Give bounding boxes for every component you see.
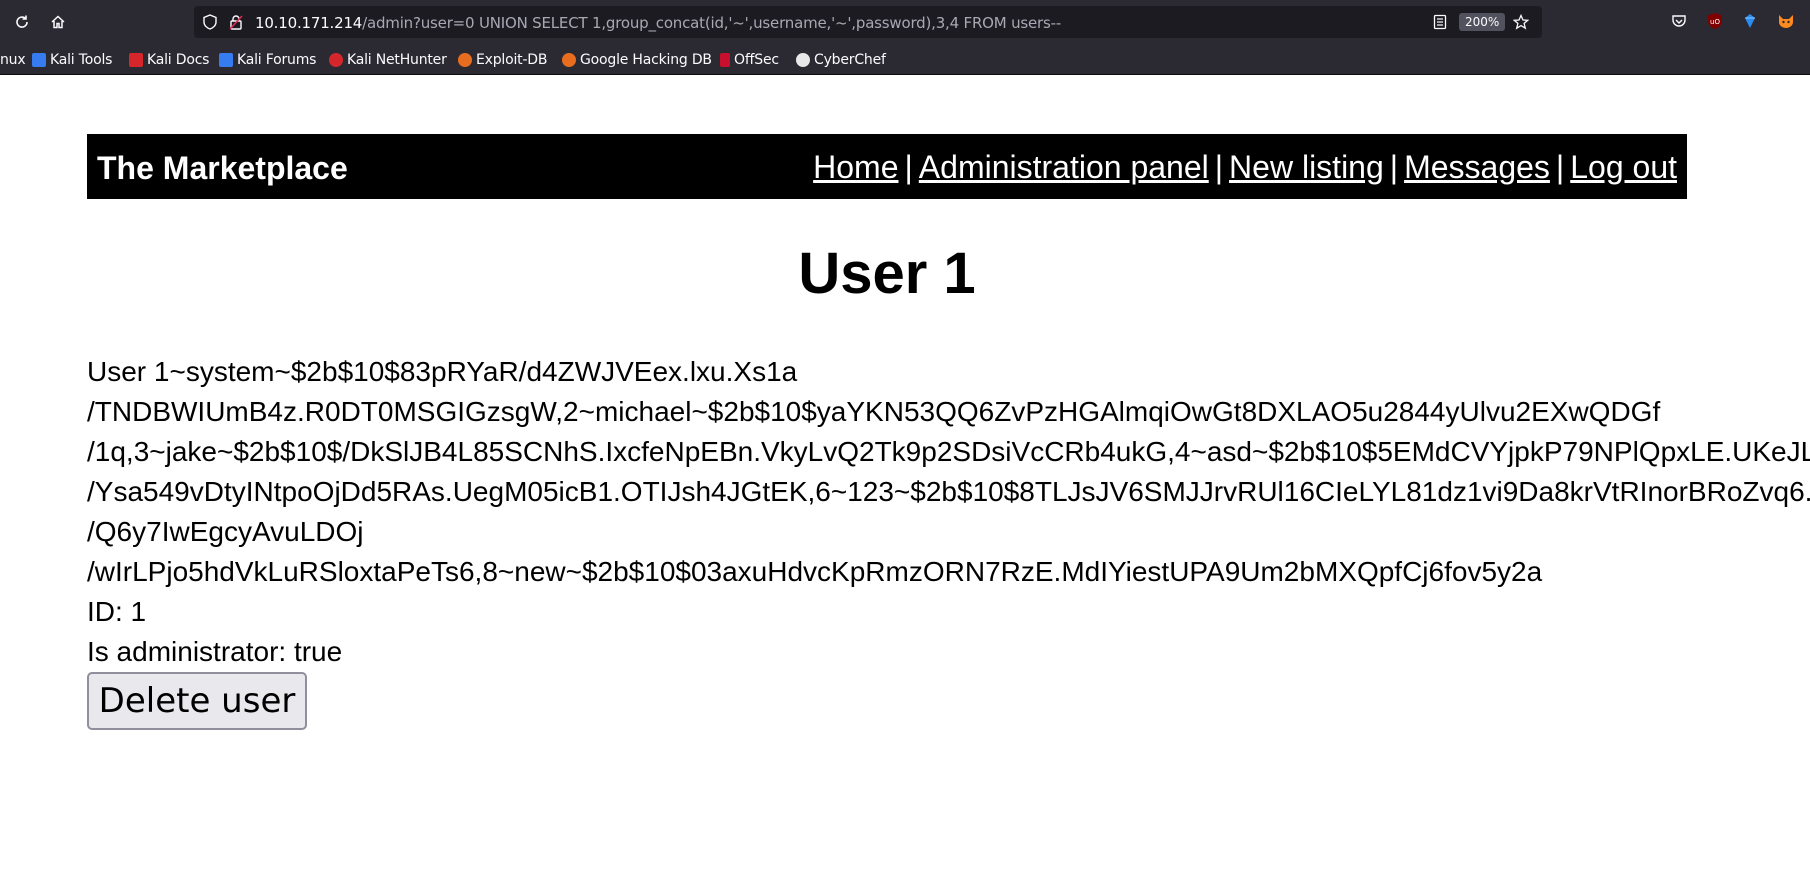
nav-separator: | [1555, 149, 1565, 185]
page-title: User 1 [798, 241, 976, 306]
url-text[interactable]: 10.10.171.214/admin?user=0 UNION SELECT … [255, 14, 1061, 32]
exploit-db-icon [458, 53, 472, 67]
bookmark-item[interactable]: CyberChef [796, 50, 886, 70]
user-dump-line: /wIrLPjo5hdVkLuRSloxtaPeTs6,8~new~$2b$10… [87, 556, 1543, 587]
nav-logout-link[interactable]: Log out [1570, 149, 1677, 185]
user-dump-line: /Q6y7IwEgcyAvuLDOj [87, 516, 364, 547]
bookmark-label: nux [0, 52, 26, 68]
bookmark-label: OffSec [734, 52, 779, 68]
ghdb-icon [562, 53, 576, 67]
bookmark-item[interactable]: nux [0, 50, 26, 70]
bookmark-item[interactable]: Kali NetHunter [329, 50, 447, 70]
svg-text:uO: uO [1710, 18, 1720, 26]
is-admin-line: Is administrator: true [87, 636, 343, 667]
bookmark-item[interactable]: Google Hacking DB [562, 50, 712, 70]
nav-messages-link[interactable]: Messages [1404, 149, 1550, 185]
user-id-line: ID: 1 [87, 596, 147, 627]
site-header: The Marketplace Home | Administration pane… [87, 134, 1687, 199]
bookmark-item[interactable]: OffSec [720, 50, 779, 70]
bookmark-item[interactable]: Kali Forums [219, 50, 316, 70]
shield-icon[interactable] [202, 14, 218, 30]
bookmark-item[interactable]: Kali Tools [32, 50, 112, 70]
kali-docs-icon [129, 53, 143, 67]
home-icon[interactable] [46, 10, 70, 34]
nethunter-icon [329, 53, 343, 67]
site-nav: Home | Administration panel | New listing | Me… [813, 149, 1677, 186]
bookmark-label: Kali Tools [50, 52, 113, 68]
nav-admin-panel-link[interactable]: Administration panel [919, 149, 1209, 185]
kali-forums-icon [219, 53, 233, 67]
bookmark-label: Kali NetHunter [347, 52, 447, 68]
reload-icon[interactable] [10, 10, 34, 34]
url-bar[interactable]: 10.10.171.214/admin?user=0 UNION SELECT … [194, 6, 1542, 38]
bookmark-label: Google Hacking DB [580, 52, 712, 68]
url-path: /admin?user=0 UNION SELECT 1,group_conca… [362, 14, 1062, 32]
url-host: 10.10.171.214 [255, 14, 363, 32]
cyberchef-icon [796, 53, 810, 67]
bookmark-label: Kali Forums [237, 52, 317, 68]
user-dump-line: /1q,3~jake~$2b$10$/DkSlJB4L85SCNhS.Ixcfe… [87, 436, 1810, 467]
foxyproxy-icon[interactable] [1775, 10, 1797, 32]
site-title: The Marketplace [97, 150, 348, 186]
user-details: User 1~system~$2b$10$83pRYaR/d4ZWJVEex.l… [87, 352, 1810, 672]
bookmark-item[interactable]: Exploit-DB [458, 50, 547, 70]
bookmark-label: Exploit-DB [476, 52, 548, 68]
reader-view-icon[interactable] [1432, 14, 1448, 30]
bookmarks-bar: nux Kali Tools Kali Docs Kali Forums Kal… [0, 44, 1810, 75]
nav-separator: | [904, 149, 913, 185]
nav-separator: | [1389, 149, 1399, 185]
extension-icon[interactable] [1739, 10, 1761, 32]
user-dump-line: /TNDBWIUmB4z.R0DT0MSGIGzsgW,2~michael~$2… [87, 396, 1661, 427]
user-dump-line: User 1~system~$2b$10$83pRYaR/d4ZWJVEex.l… [87, 356, 798, 387]
user-dump-line: /Ysa549vDtyINtpoOjDd5RAs.UegM05icB1.OTIJ… [87, 476, 1810, 507]
offsec-icon [720, 53, 730, 67]
browser-toolbar: 10.10.171.214/admin?user=0 UNION SELECT … [0, 0, 1810, 44]
kali-dragon-icon [32, 53, 46, 67]
nav-separator: | [1214, 149, 1224, 185]
nav-new-listing-link[interactable]: New listing [1229, 149, 1384, 185]
bookmark-item[interactable]: Kali Docs [129, 50, 209, 70]
nav-home-link[interactable]: Home [813, 149, 898, 185]
bookmark-label: CyberChef [814, 52, 886, 68]
bookmark-star-icon[interactable] [1513, 14, 1529, 30]
lock-warning-icon[interactable] [228, 14, 244, 30]
pocket-icon[interactable] [1668, 10, 1690, 32]
bookmark-label: Kali Docs [147, 52, 210, 68]
ublock-icon[interactable]: uO [1704, 10, 1726, 32]
delete-user-button[interactable]: Delete user [87, 672, 307, 730]
zoom-level-badge[interactable]: 200% [1459, 13, 1506, 31]
